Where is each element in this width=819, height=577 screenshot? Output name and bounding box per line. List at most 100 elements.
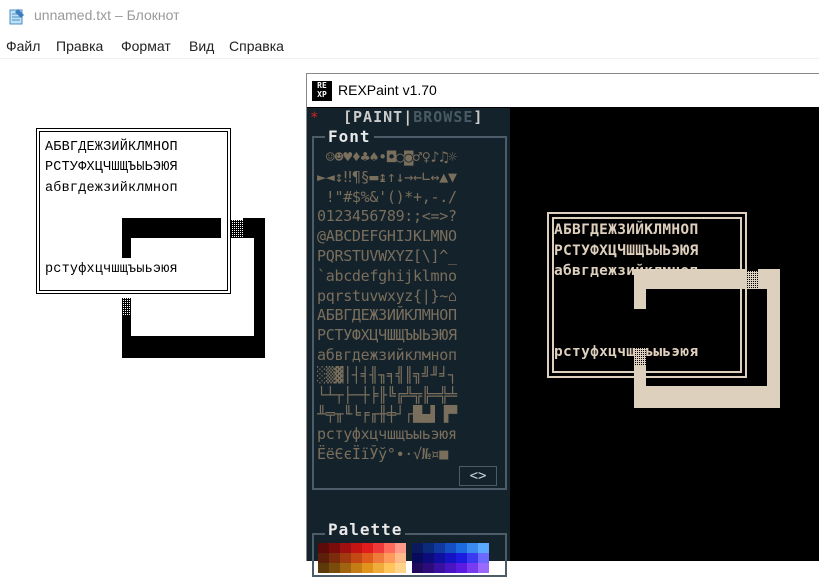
font-row[interactable]: ░▒▓│┤╡╢╖╕╣║╗╝╜╛┐ [317,366,502,386]
palette-swatch[interactable] [467,543,478,553]
rexpaint-side-panel: * [PAINT|BROWSE] Font ☺☻♥♦♣♠•◘○◙♂♀♪♫☼ ►◄… [307,108,510,577]
palette-swatch[interactable] [412,553,423,563]
palette-swatch[interactable] [329,563,340,573]
palette-swatch[interactable] [445,543,456,553]
palette-swatch[interactable] [340,543,351,553]
palette-swatch[interactable] [351,543,362,553]
notepad-line-1: АБВГДЕЖЗИЙКЛМНОП [45,140,178,155]
palette-swatch[interactable] [362,563,373,573]
canvas-block-bottom-left-leg [634,366,646,408]
tab-paint[interactable]: PAINT [353,108,403,126]
font-glyph-grid[interactable]: ☺☻♥♦♣♠•◘○◙♂♀♪♫☼ ►◄↕‼¶§▬↨↑↓→←∟↔▲▼ !"#$%&'… [317,148,502,465]
palette-swatch[interactable] [351,553,362,563]
notepad-window-title: unnamed.txt – Блокнот [34,7,180,23]
font-row[interactable]: ►◄↕‼¶§▬↨↑↓→←∟↔▲▼ [317,168,502,188]
palette-swatch[interactable] [423,543,434,553]
palette-swatch[interactable] [456,563,467,573]
canvas-line-1: АБВГДЕЖЗИЙКЛМНОП [554,222,699,238]
palette-swatch[interactable] [373,553,384,563]
palette-swatch[interactable] [384,553,395,563]
palette-swatch[interactable] [395,563,406,573]
block-bottom-left-leg [122,316,131,358]
tabs-close-bracket: ] [473,108,484,126]
palette-swatch[interactable] [434,543,445,553]
rexpaint-titlebar: RE XP REXPaint v1.70 [307,74,819,107]
palette-swatch[interactable] [395,553,406,563]
menu-format[interactable]: Формат [121,38,171,54]
palette-swatch[interactable] [456,543,467,553]
menu-file[interactable]: Файл [6,38,40,54]
palette-swatch[interactable] [423,563,434,573]
font-row[interactable]: └┴┬├─┼╞╟╚╔╩╦╠═╬╧ [317,386,502,406]
font-row[interactable]: ╨╤╥╙╘╒╓╫╪┘┌█▄▌▐▀ [317,405,502,425]
palette-swatch[interactable] [445,553,456,563]
palette-swatch[interactable] [340,563,351,573]
rexpaint-logo-icon: RE XP [312,81,332,101]
font-row[interactable]: ЁёЄєЇїЎў°∙·√№¤■ [317,445,502,465]
palette-swatch[interactable] [373,563,384,573]
font-row[interactable]: 0123456789:;<=>? [317,207,502,227]
palette-swatch[interactable] [362,553,373,563]
canvas-block-bottom-bar [634,386,780,408]
palette-swatch[interactable] [340,553,351,563]
canvas-dither-bottom-left [634,348,646,366]
notepad-line-3: абвгдежзийклмноп [45,181,178,196]
palette-swatch[interactable] [434,563,445,573]
palette-swatch[interactable] [467,553,478,563]
block-top-bar [122,218,221,238]
menu-view[interactable]: Вид [189,38,214,54]
palette-swatch[interactable] [329,543,340,553]
palette-swatch[interactable] [318,543,329,553]
font-row[interactable]: `abcdefghijklmno [317,267,502,287]
palette-swatch[interactable] [384,543,395,553]
canvas-block-top-left-leg [634,269,646,309]
notepad-titlebar: unnamed.txt – Блокнот [0,0,819,32]
canvas-line-2: РСТУФХЦЧШЩЪЫЬЭЮЯ [554,243,699,259]
palette-swatch[interactable] [362,543,373,553]
canvas-block-top-bar [634,269,746,289]
palette-swatch[interactable] [478,543,489,553]
palette-swatch[interactable] [351,563,362,573]
tab-browse[interactable]: BROWSE [413,108,473,126]
palette-swatch[interactable] [384,563,395,573]
palette-swatch[interactable] [467,563,478,573]
palette-swatch[interactable] [478,563,489,573]
palette-swatch[interactable] [412,563,423,573]
palette-swatch[interactable] [423,553,434,563]
font-row[interactable]: абвгдежзийклмноп [317,346,502,366]
font-row[interactable]: !"#$%&'()*+,-./ [317,188,502,208]
font-row[interactable]: ☺☻♥♦♣♠•◘○◙♂♀♪♫☼ [317,148,502,168]
font-page-arrows[interactable]: <> [459,466,497,486]
font-row[interactable]: рстуфхцчшщъыьэюя [317,425,502,445]
dither-top-right [231,220,243,238]
rexpaint-window: RE XP REXPaint v1.70 * [PAINT|BROWSE] Fo… [306,73,819,577]
notepad-menubar: Файл Правка Формат Вид Справка [0,34,819,59]
font-row[interactable]: РСТУФХЦЧШЩЪЫЬЭЮЯ [317,326,502,346]
dither-bottom-left [122,298,131,316]
notepad-line-4: рстуфхцчшщъыьэюя [45,262,178,277]
palette-swatch[interactable] [434,553,445,563]
palette-swatch[interactable] [318,563,329,573]
palette-swatch[interactable] [373,543,384,553]
canvas-dither-top-right [746,271,758,289]
palette-swatch[interactable] [456,553,467,563]
font-panel-title: Font [325,127,374,146]
font-row[interactable]: АБВГДЕЖЗИЙКЛМНОП [317,306,502,326]
font-row[interactable]: PQRSTUVWXYZ[\]^_ [317,247,502,267]
rexpaint-body: * [PAINT|BROWSE] Font ☺☻♥♦♣♠•◘○◙♂♀♪♫☼ ►◄… [307,108,819,577]
palette-swatch[interactable] [412,543,423,553]
palette-swatch[interactable] [318,553,329,563]
palette-swatch[interactable] [478,553,489,563]
palette-swatch[interactable] [445,563,456,573]
font-row[interactable]: @ABCDEFGHIJKLMNO [317,227,502,247]
block-bottom-bar [122,336,265,358]
palette-swatch[interactable] [329,553,340,563]
canvas-line-4: рстуфхцчшщъыьэюя [554,344,699,360]
mode-tabs: [PAINT|BROWSE] [343,108,483,126]
menu-help[interactable]: Справка [229,38,284,54]
font-row[interactable]: pqrstuvwxyz{|}~⌂ [317,287,502,307]
tabs-separator: | [403,108,414,126]
palette-panel-title: Palette [325,520,406,539]
menu-edit[interactable]: Правка [56,38,103,54]
palette-swatch[interactable] [395,543,406,553]
